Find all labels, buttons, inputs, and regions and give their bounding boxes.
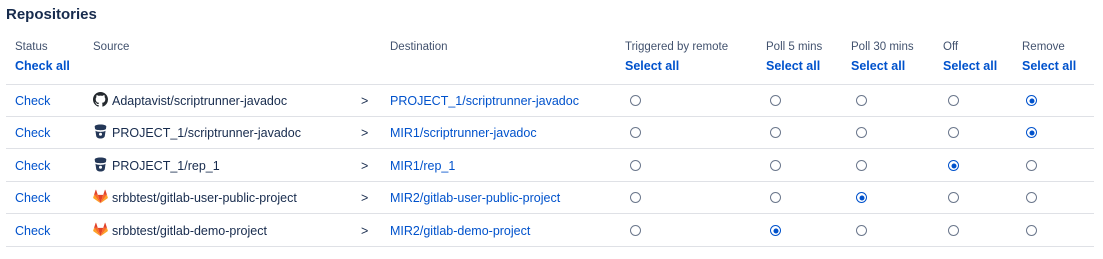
radio-poll30[interactable]: [856, 160, 867, 171]
source-repository: PROJECT_1/rep_1: [112, 159, 220, 173]
source-repository: srbbtest/gitlab-user-public-project: [112, 191, 297, 205]
table-row: Check PROJECT_1/rep_1 > MIR1/rep_1: [0, 150, 1103, 182]
table-row: Check srbbtest/gitlab-user-public-project…: [0, 182, 1103, 214]
source-repository: srbbtest/gitlab-demo-project: [112, 224, 267, 238]
mirror-arrow: >: [361, 224, 369, 238]
radio-off[interactable]: [948, 95, 959, 106]
radio-remove[interactable]: [1026, 192, 1037, 203]
select-all-remove-link[interactable]: Select all: [1022, 59, 1076, 73]
destination-repository-link[interactable]: MIR2/gitlab-demo-project: [390, 224, 530, 238]
radio-poll5[interactable]: [770, 192, 781, 203]
destination-repository-link[interactable]: MIR1/rep_1: [390, 159, 455, 173]
radio-poll5[interactable]: [770, 160, 781, 171]
header-poll-30-mins: Poll 30 mins: [851, 41, 914, 53]
repositories-title: Repositories: [6, 6, 97, 23]
radio-triggered[interactable]: [630, 192, 641, 203]
table-row: Check PROJECT_1/scriptrunner-javadoc > MIR1…: [0, 117, 1103, 149]
radio-poll30[interactable]: [856, 95, 867, 106]
table-row: Check srbbtest/gitlab-demo-project > MIR2/g…: [0, 215, 1103, 247]
header-destination: Destination: [390, 41, 448, 53]
radio-poll30[interactable]: [856, 127, 867, 138]
destination-repository-link[interactable]: PROJECT_1/scriptrunner-javadoc: [390, 94, 579, 108]
header-remove: Remove: [1022, 41, 1065, 53]
select-all-triggered-link[interactable]: Select all: [625, 59, 679, 73]
mirror-arrow: >: [361, 94, 369, 108]
select-all-off-link[interactable]: Select all: [943, 59, 997, 73]
gitlab-icon: [93, 222, 108, 237]
source-repository: Adaptavist/scriptrunner-javadoc: [112, 94, 288, 108]
header-status: Status: [15, 41, 48, 53]
radio-triggered[interactable]: [630, 95, 641, 106]
bitbucket-server-icon: [93, 124, 108, 139]
radio-poll30[interactable]: [856, 225, 867, 236]
radio-poll5[interactable]: [770, 127, 781, 138]
row-divider: [6, 148, 1094, 149]
radio-triggered[interactable]: [630, 225, 641, 236]
radio-poll30[interactable]: [856, 192, 867, 203]
radio-remove[interactable]: [1026, 160, 1037, 171]
check-all-link[interactable]: Check all: [15, 59, 70, 73]
check-link[interactable]: Check: [15, 126, 50, 140]
mirror-arrow: >: [361, 191, 369, 205]
radio-poll5[interactable]: [770, 225, 781, 236]
radio-triggered[interactable]: [630, 160, 641, 171]
header-source: Source: [93, 41, 130, 53]
header-poll-5-mins: Poll 5 mins: [766, 41, 823, 53]
header-off: Off: [943, 41, 959, 53]
radio-off[interactable]: [948, 160, 959, 171]
radio-off[interactable]: [948, 192, 959, 203]
radio-remove[interactable]: [1026, 225, 1037, 236]
github-icon: [93, 92, 108, 107]
select-all-poll5-link[interactable]: Select all: [766, 59, 820, 73]
check-link[interactable]: Check: [15, 94, 50, 108]
source-repository: PROJECT_1/scriptrunner-javadoc: [112, 126, 301, 140]
radio-off[interactable]: [948, 127, 959, 138]
radio-triggered[interactable]: [630, 127, 641, 138]
radio-off[interactable]: [948, 225, 959, 236]
radio-remove[interactable]: [1026, 95, 1037, 106]
destination-repository-link[interactable]: MIR2/gitlab-user-public-project: [390, 191, 560, 205]
header-triggered-by-remote: Triggered by remote: [625, 41, 729, 53]
mirror-arrow: >: [361, 159, 369, 173]
check-link[interactable]: Check: [15, 224, 50, 238]
radio-remove[interactable]: [1026, 127, 1037, 138]
check-link[interactable]: Check: [15, 159, 50, 173]
table-row: Check Adaptavist/scriptrunner-javadoc > PRO…: [0, 85, 1103, 117]
bitbucket-server-icon: [93, 157, 108, 172]
mirror-arrow: >: [361, 126, 369, 140]
radio-poll5[interactable]: [770, 95, 781, 106]
gitlab-icon: [93, 189, 108, 204]
destination-repository-link[interactable]: MIR1/scriptrunner-javadoc: [390, 126, 537, 140]
check-link[interactable]: Check: [15, 191, 50, 205]
row-divider: [6, 213, 1094, 214]
row-divider: [6, 246, 1094, 247]
select-all-poll30-link[interactable]: Select all: [851, 59, 905, 73]
